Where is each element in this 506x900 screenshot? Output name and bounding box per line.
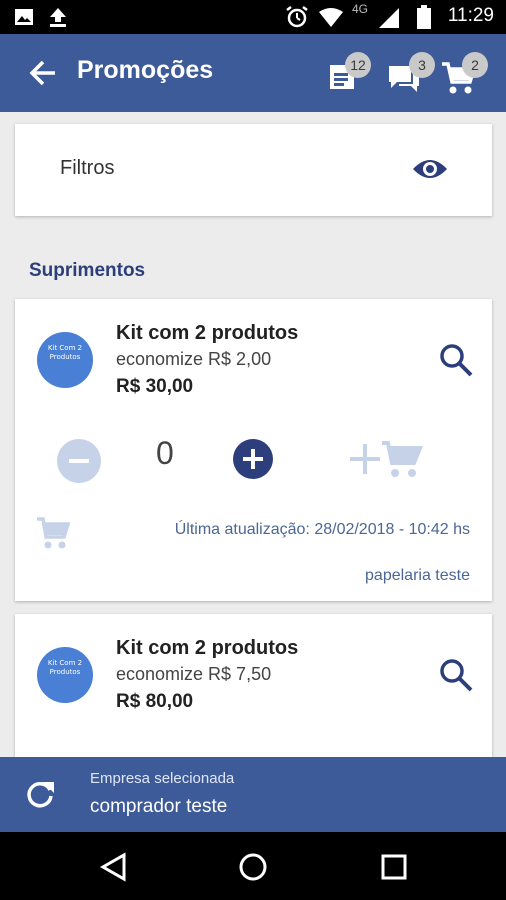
cart-button[interactable]: 2 — [440, 52, 488, 96]
product-name: Kit com 2 produtos — [116, 637, 299, 659]
cart-count-badge: 2 — [462, 52, 488, 78]
orders-button[interactable]: 12 — [325, 52, 373, 96]
network-type: 4G — [352, 2, 369, 16]
product-price: R$ 30,00 — [116, 376, 194, 397]
product-card: Kit Com 2 Produtos Kit com 2 produtos ec… — [15, 299, 492, 601]
company-label: Empresa selecionada — [90, 770, 235, 787]
product-price: R$ 80,00 — [116, 691, 194, 712]
orders-count-badge: 12 — [345, 52, 371, 78]
search-icon[interactable] — [439, 658, 473, 692]
add-to-cart-icon[interactable] — [348, 439, 426, 481]
section-title: Suprimentos — [29, 260, 146, 281]
quantity-value: 0 — [156, 435, 174, 471]
back-triangle-icon[interactable] — [98, 851, 130, 883]
messages-count-badge: 3 — [409, 52, 435, 78]
wifi-icon — [319, 8, 343, 27]
product-thumbnail[interactable]: Kit Com 2 Produtos — [37, 332, 93, 388]
alarm-icon — [286, 6, 308, 28]
last-updated-text: Última atualização: 28/02/2018 - 10:42 h… — [174, 521, 470, 538]
increase-quantity-button[interactable] — [233, 439, 273, 479]
refresh-icon[interactable] — [24, 778, 56, 810]
home-circle-icon[interactable] — [237, 851, 269, 883]
product-savings: economize R$ 7,50 — [116, 664, 272, 684]
page-title: Promoções — [77, 56, 214, 84]
decrease-quantity-button[interactable] — [57, 439, 101, 483]
recents-square-icon[interactable] — [378, 851, 410, 883]
messages-button[interactable]: 3 — [385, 52, 435, 96]
product-thumbnail[interactable]: Kit Com 2 Produtos — [37, 647, 93, 703]
search-icon[interactable] — [439, 343, 473, 377]
cart-status-icon — [37, 517, 71, 549]
company-selector-bar[interactable]: Empresa selecionada comprador teste — [0, 757, 506, 832]
upload-icon — [50, 8, 66, 27]
app-bar: Promoções 12 3 2 — [0, 34, 506, 112]
clock: 11:29 — [447, 5, 494, 26]
product-savings: economize R$ 2,00 — [116, 349, 272, 369]
system-nav-bar — [0, 832, 506, 900]
status-bar: 4G 11:29 — [0, 0, 506, 34]
battery-icon — [417, 5, 431, 29]
company-name: comprador teste — [90, 796, 228, 817]
eye-icon[interactable] — [412, 155, 448, 183]
image-notification-icon — [15, 9, 33, 25]
signal-icon — [379, 8, 399, 28]
back-arrow-icon[interactable] — [28, 58, 58, 88]
filters-label: Filtros — [60, 157, 115, 179]
product-card: Kit Com 2 Produtos Kit com 2 produtos ec… — [15, 614, 492, 774]
product-name: Kit com 2 produtos — [116, 322, 299, 344]
filters-card[interactable]: Filtros — [15, 124, 492, 216]
seller-name: papelaria teste — [365, 567, 470, 584]
